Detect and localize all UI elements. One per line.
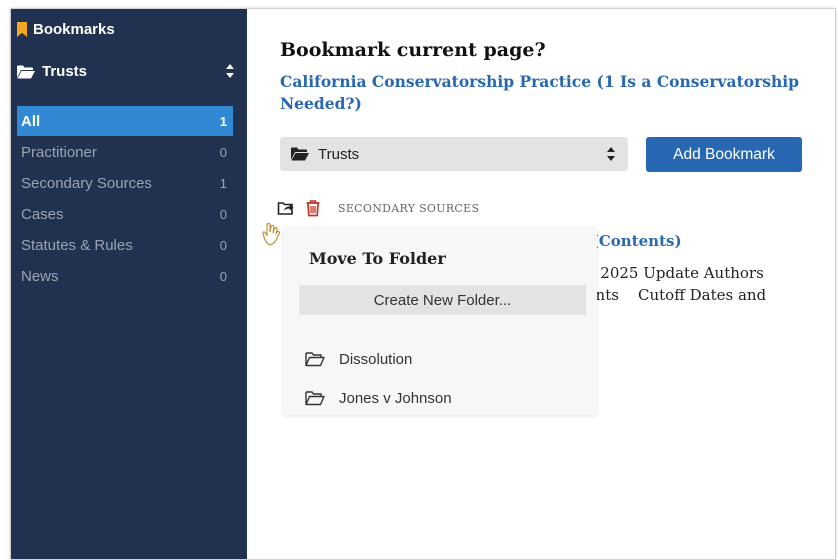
trash-icon[interactable] bbox=[304, 199, 322, 217]
bookmark-actions: SECONDARY SOURCES bbox=[277, 199, 479, 217]
create-new-folder-button[interactable]: Create New Folder... bbox=[299, 285, 586, 315]
sidebar-folder-label: Trusts bbox=[42, 63, 88, 80]
folder-icon bbox=[17, 65, 35, 78]
sidebar-item-cases[interactable]: Cases 0 bbox=[17, 199, 233, 230]
sidebar-header-label: Bookmarks bbox=[33, 21, 115, 38]
sidebar-item-count: 0 bbox=[219, 145, 227, 160]
sidebar-header: Bookmarks bbox=[17, 21, 115, 38]
pointer-hand-icon bbox=[262, 222, 280, 246]
folder-icon bbox=[291, 147, 309, 161]
sidebar-item-count: 1 bbox=[219, 113, 227, 129]
move-to-folder-icon[interactable] bbox=[277, 199, 295, 217]
sidebar-item-label: All bbox=[21, 112, 41, 130]
folder-option-label: Jones v Johnson bbox=[339, 389, 452, 407]
popup-title: Move To Folder bbox=[309, 249, 446, 268]
app-window: Bookmarks Trusts All 1 Practitioner 0 Se… bbox=[10, 8, 836, 560]
bookmark-icon bbox=[17, 22, 27, 37]
sidebar-item-label: Secondary Sources bbox=[21, 175, 152, 192]
folder-option-jones-v-johnson[interactable]: Jones v Johnson bbox=[305, 386, 452, 410]
sidebar-folder-select[interactable]: Trusts bbox=[17, 63, 235, 80]
sidebar-item-count: 0 bbox=[219, 238, 227, 253]
sidebar-item-count: 0 bbox=[219, 207, 227, 222]
sidebar-item-all[interactable]: All 1 bbox=[17, 106, 233, 136]
sidebar-item-label: Cases bbox=[21, 206, 64, 223]
current-page-title: California Conservatorship Practice (1 I… bbox=[280, 72, 799, 113]
sidebar-item-secondary-sources[interactable]: Secondary Sources 1 bbox=[17, 168, 233, 199]
folder-option-label: Dissolution bbox=[339, 350, 413, 368]
bookmark-category: SECONDARY SOURCES bbox=[338, 201, 480, 215]
folder-option-dissolution[interactable]: Dissolution bbox=[305, 347, 412, 371]
main-panel: Bookmark current page? California Conser… bbox=[247, 9, 835, 559]
sidebar-item-count: 0 bbox=[219, 269, 227, 284]
sidebar-item-statutes-rules[interactable]: Statutes & Rules 0 bbox=[17, 230, 233, 261]
sidebar-category-list: All 1 Practitioner 0 Secondary Sources 1… bbox=[17, 106, 233, 292]
add-bookmark-button[interactable]: Add Bookmark bbox=[646, 137, 802, 172]
sidebar-item-label: News bbox=[21, 268, 59, 285]
folder-outline-icon bbox=[305, 391, 325, 406]
bookmark-snippet: he 2025 Update Authors nents Cutoff Date… bbox=[577, 264, 767, 304]
sidebar: Bookmarks Trusts All 1 Practitioner 0 Se… bbox=[11, 9, 247, 559]
folder-outline-icon bbox=[305, 352, 325, 367]
page-title: Bookmark current page? bbox=[280, 39, 546, 61]
sidebar-item-news[interactable]: News 0 bbox=[17, 261, 233, 292]
sidebar-item-count: 1 bbox=[219, 176, 227, 191]
sidebar-item-practitioner[interactable]: Practitioner 0 bbox=[17, 137, 233, 168]
sort-arrows-icon bbox=[226, 64, 234, 78]
move-to-folder-popup: Move To Folder Create New Folder... Diss… bbox=[283, 227, 597, 415]
sidebar-item-label: Statutes & Rules bbox=[21, 237, 133, 254]
sort-arrows-icon bbox=[607, 147, 615, 161]
sidebar-item-label: Practitioner bbox=[21, 144, 97, 161]
folder-select-value: Trusts bbox=[318, 145, 360, 163]
folder-select[interactable]: Trusts bbox=[280, 137, 628, 171]
